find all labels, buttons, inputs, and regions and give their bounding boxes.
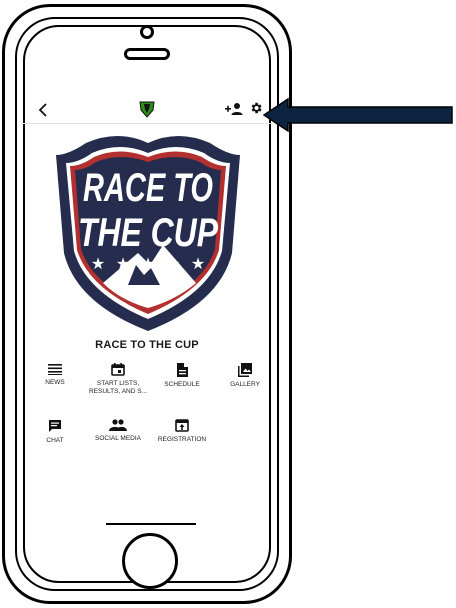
menu-tile-schedule[interactable]: SCHEDULE bbox=[149, 363, 215, 389]
add-person-icon[interactable] bbox=[225, 102, 243, 116]
menu-tile-label: START LISTS, RESULTS, AND S... bbox=[88, 380, 148, 396]
menu-tile-gallery[interactable]: GALLERY bbox=[212, 363, 278, 389]
home-button[interactable] bbox=[122, 533, 178, 589]
page-title: RACE TO THE CUP bbox=[95, 339, 199, 351]
menu-tile-start-lists[interactable]: START LISTS, RESULTS, AND S... bbox=[85, 363, 151, 396]
document-icon bbox=[177, 363, 188, 377]
menu-tile-chat[interactable]: CHAT bbox=[22, 419, 88, 445]
svg-text:★: ★ bbox=[91, 254, 105, 273]
home-indicator-line bbox=[106, 523, 196, 525]
svg-text:★: ★ bbox=[141, 254, 155, 273]
pointer-arrow-icon bbox=[262, 97, 453, 133]
earpiece-speaker bbox=[124, 48, 170, 60]
gear-icon[interactable] bbox=[249, 101, 263, 115]
menu-tile-label: SCHEDULE bbox=[164, 381, 200, 388]
front-camera bbox=[140, 25, 154, 39]
menu-tile-label: NEWS bbox=[45, 379, 65, 386]
news-icon bbox=[48, 364, 62, 375]
menu-tile-news[interactable]: NEWS bbox=[22, 363, 88, 387]
back-chevron-icon[interactable] bbox=[36, 102, 50, 118]
svg-text:★: ★ bbox=[116, 254, 130, 273]
people-icon bbox=[109, 419, 127, 431]
race-to-the-cup-crest: RACE TO THE CUP ★ ★ ★ ★ ★ bbox=[56, 136, 240, 331]
menu-tile-label: SOCIAL MEDIA bbox=[95, 435, 141, 442]
calendar-icon bbox=[111, 363, 125, 376]
shield-logo-icon bbox=[139, 101, 155, 118]
svg-text:★: ★ bbox=[191, 254, 205, 273]
app-screen: RACE TO THE CUP ★ ★ ★ ★ ★ RACE TO THE CU… bbox=[22, 92, 272, 512]
top-bar bbox=[22, 92, 272, 124]
chat-icon bbox=[49, 420, 61, 432]
menu-tile-label: GALLERY bbox=[230, 381, 260, 388]
menu-tile-label: CHAT bbox=[46, 437, 64, 444]
menu-tile-label: REGISTRATION bbox=[157, 436, 207, 443]
menu-tile-registration[interactable]: REGISTRATION bbox=[149, 419, 215, 444]
registration-icon bbox=[175, 419, 189, 432]
crest-line2: THE CUP bbox=[78, 211, 218, 255]
svg-text:★: ★ bbox=[166, 254, 180, 273]
crest-line1: RACE TO bbox=[83, 166, 213, 210]
photo-icon bbox=[238, 363, 252, 377]
menu-tile-social-media[interactable]: SOCIAL MEDIA bbox=[85, 419, 151, 443]
